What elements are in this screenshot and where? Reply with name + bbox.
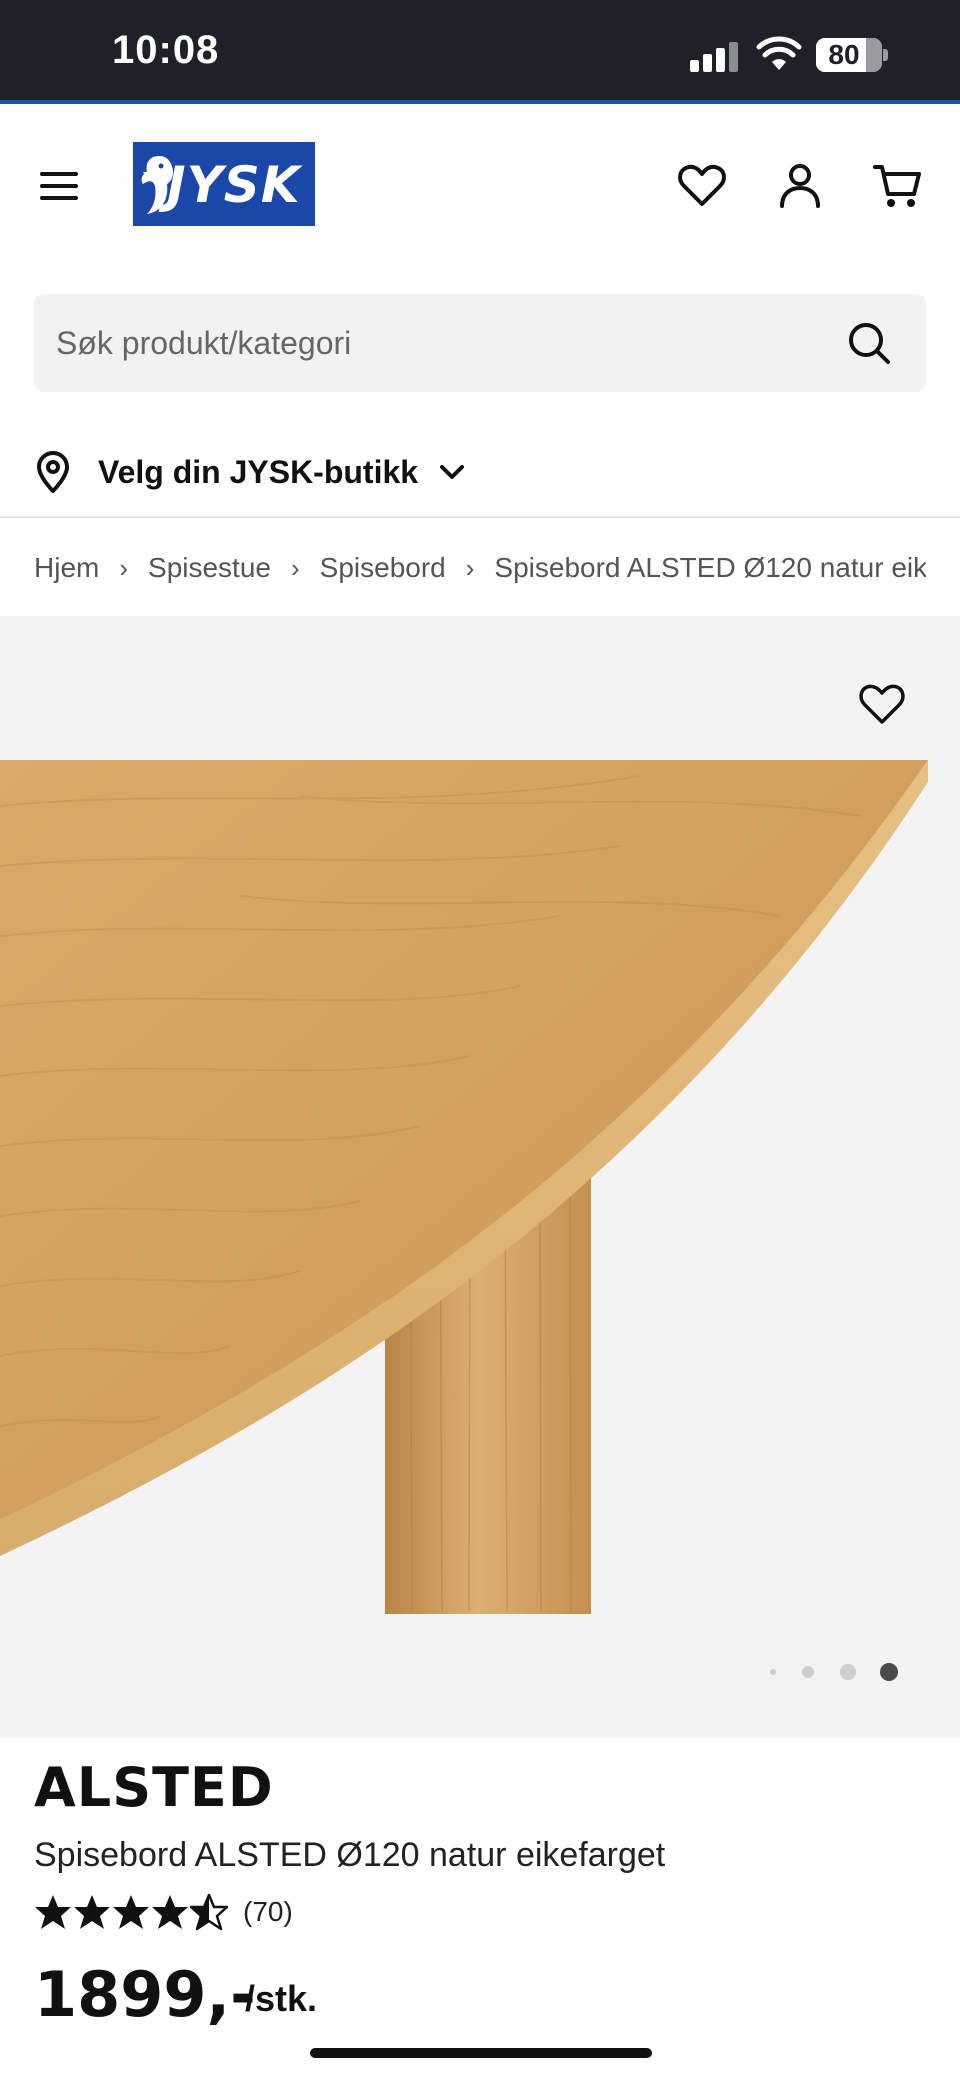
battery-icon: 80: [816, 38, 888, 72]
chevron-right-icon: ›: [465, 552, 475, 583]
cart-icon[interactable]: [872, 160, 924, 212]
price-unit: /stk.: [245, 1978, 318, 2019]
location-pin-icon: [37, 451, 69, 493]
product-gallery[interactable]: [0, 616, 960, 1738]
star-full-icon: [152, 1895, 188, 1929]
menu-icon[interactable]: [34, 166, 84, 206]
status-time: 10:08: [112, 28, 220, 72]
product-brand: ALSTED: [34, 1756, 274, 1819]
search-input[interactable]: [56, 322, 816, 364]
breadcrumb: Hjem › Spisestue › Spisebord › Spisebord…: [34, 548, 926, 588]
heart-icon[interactable]: [676, 160, 728, 212]
header-divider: [0, 516, 960, 518]
logo-text: JYSK: [167, 156, 301, 214]
wifi-icon: [756, 36, 802, 70]
gallery-dot-2[interactable]: [802, 1666, 814, 1678]
signal-icon: [690, 40, 742, 72]
search-bar: [34, 294, 926, 392]
store-selector-label: Velg din JYSK-butikk: [98, 453, 419, 490]
product-title: Spisebord ALSTED Ø120 natur eikefarget: [34, 1836, 666, 1874]
status-bar: 10:08 80: [0, 0, 960, 104]
add-to-wishlist-heart-icon[interactable]: [858, 682, 906, 726]
site-header: JYSK: [0, 108, 960, 268]
chevron-down-icon: [440, 465, 465, 479]
gallery-pagination: [766, 1660, 906, 1684]
chevron-right-icon: ›: [290, 552, 300, 583]
store-selector[interactable]: Velg din JYSK-butikk: [34, 444, 466, 500]
product-image: [0, 760, 928, 1614]
star-full-icon: [113, 1895, 149, 1929]
star-half-icon: [190, 1893, 228, 1931]
search-icon[interactable]: [846, 320, 892, 366]
product-rating[interactable]: (70): [34, 1890, 293, 1934]
user-icon[interactable]: [774, 160, 826, 212]
chevron-right-icon: ›: [119, 552, 129, 583]
breadcrumb-item-spisebord[interactable]: Spisebord: [320, 552, 446, 584]
rating-stars: [34, 1893, 229, 1931]
gallery-dot-1[interactable]: [770, 1669, 776, 1675]
gallery-dot-4-active[interactable]: [880, 1663, 898, 1681]
home-indicator: [310, 2048, 652, 2058]
battery-percent: 80: [828, 39, 860, 70]
star-full-icon: [35, 1895, 71, 1929]
gallery-dot-3[interactable]: [840, 1664, 856, 1680]
star-full-icon: [74, 1895, 110, 1929]
breadcrumb-item-current: Spisebord ALSTED Ø120 natur eike: [494, 552, 926, 583]
breadcrumb-item-home[interactable]: Hjem: [34, 552, 99, 584]
rating-count: (70): [243, 1896, 293, 1927]
product-price: 1899,-: [34, 1958, 256, 2031]
breadcrumb-item-spisestue[interactable]: Spisestue: [148, 552, 271, 584]
jysk-logo[interactable]: JYSK: [133, 142, 315, 226]
